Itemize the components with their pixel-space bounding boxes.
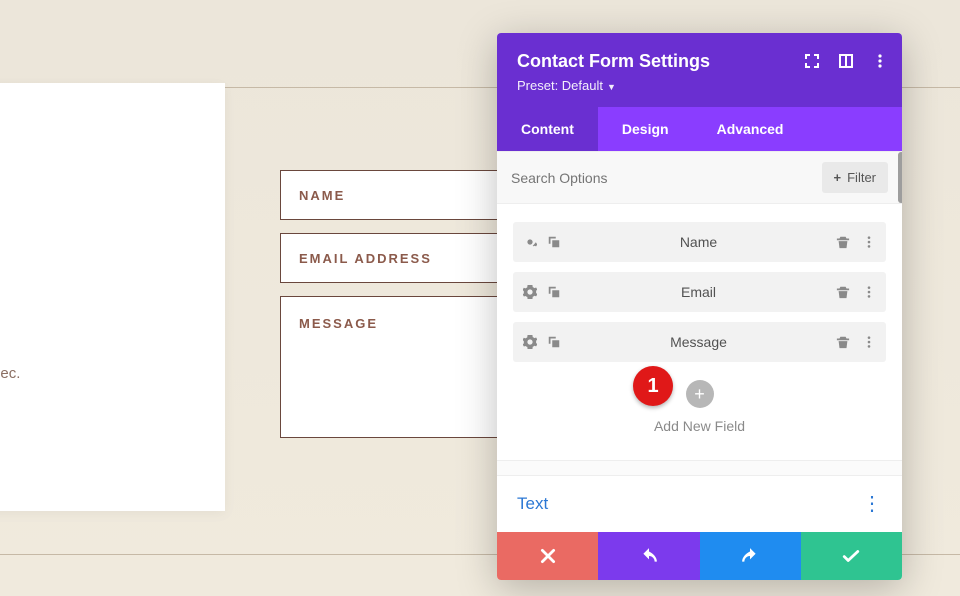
plus-icon: + [834,170,842,185]
text-section-label: Text [517,494,548,514]
form-label-message: MESSAGE [299,316,378,331]
tab-advanced-label: Advanced [717,121,784,137]
gear-icon[interactable] [523,235,537,249]
field-name-label: Name [561,234,836,250]
duplicate-icon[interactable] [547,235,561,249]
field-email-label: Email [561,284,836,300]
search-input[interactable] [511,170,812,186]
tab-design[interactable]: Design [598,107,693,151]
add-field-area: 1 + Add New Field [513,372,886,452]
step-badge-number: 1 [647,375,658,398]
filter-button[interactable]: + Filter [822,162,888,193]
columns-icon[interactable] [838,53,854,69]
tab-advanced[interactable]: Advanced [693,107,808,151]
hero-card: essage e! haretra habitasse nec. ultrici… [0,83,225,511]
filter-button-label: Filter [847,170,876,185]
more-icon[interactable] [862,335,876,349]
hero-title: essage e! [0,181,193,296]
fields-list: Name Email [497,204,902,460]
expand-icon[interactable] [804,53,820,69]
modal-footer [497,532,902,580]
tab-content-label: Content [521,121,574,137]
add-field-label: Add New Field [513,418,886,434]
hero-body: haretra habitasse nec. ultricies nunc le… [0,362,193,409]
modal-tabs: Content Design Advanced [497,107,902,151]
settings-modal: Contact Form Settings Preset: Default▼ C… [497,33,902,580]
redo-button[interactable] [700,532,801,580]
duplicate-icon[interactable] [547,335,561,349]
save-button[interactable] [801,532,902,580]
field-row-message[interactable]: Message [513,322,886,362]
modal-header: Contact Form Settings Preset: Default▼ [497,33,902,107]
gear-icon[interactable] [523,285,537,299]
trash-icon[interactable] [836,335,850,349]
more-icon[interactable] [862,235,876,249]
preset-label: Preset: Default [517,78,603,93]
step-badge: 1 [633,366,673,406]
chevron-down-icon: ▼ [607,82,616,92]
field-row-email[interactable]: Email [513,272,886,312]
field-message-label: Message [561,334,836,350]
field-row-name[interactable]: Name [513,222,886,262]
trash-icon[interactable] [836,235,850,249]
add-field-button[interactable]: + [686,380,714,408]
more-icon[interactable]: ⋮ [862,494,882,514]
gear-icon[interactable] [523,335,537,349]
tab-content[interactable]: Content [497,107,598,151]
hero-body-line1: haretra habitasse nec. [0,365,20,382]
tab-design-label: Design [622,121,669,137]
more-icon[interactable] [872,53,888,69]
header-icons [804,53,888,69]
more-icon[interactable] [862,285,876,299]
section-separator [497,460,902,476]
trash-icon[interactable] [836,285,850,299]
cancel-button[interactable] [497,532,598,580]
undo-button[interactable] [598,532,699,580]
form-label-email: EMAIL ADDRESS [299,251,432,266]
app-stage: essage e! haretra habitasse nec. ultrici… [0,0,960,596]
duplicate-icon[interactable] [547,285,561,299]
preset-selector[interactable]: Preset: Default ▼ [517,78,882,93]
text-section-row[interactable]: Text ⋮ [497,476,902,532]
form-label-name: NAME [299,188,345,203]
search-row: + Filter [497,151,902,204]
